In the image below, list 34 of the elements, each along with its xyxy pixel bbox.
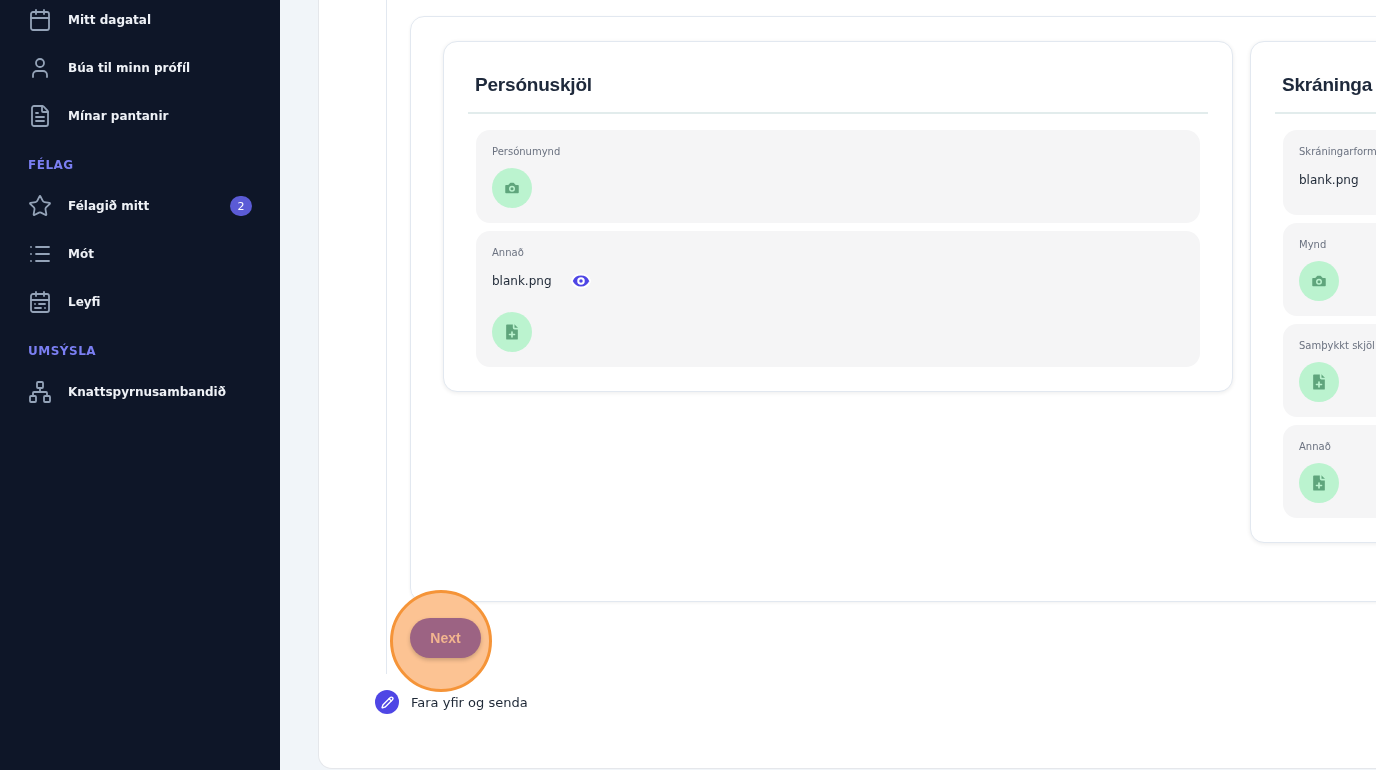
field-label: Skráningarform [1299, 146, 1376, 157]
file-name: blank.png [492, 274, 552, 288]
calendar-icon [28, 8, 52, 32]
camera-upload-button[interactable] [492, 168, 532, 208]
sidebar-heading: UMSÝSLA [27, 342, 98, 360]
calendar-icon [28, 290, 52, 314]
file-name: blank.png [1299, 173, 1359, 187]
field-label: Samþykkt skjöl [1299, 340, 1376, 351]
sidebar-item[interactable]: Mót [0, 230, 280, 278]
field-label: Annað [492, 247, 525, 258]
step-label[interactable]: Fara yfir og senda [411, 694, 528, 710]
sidebar-item[interactable]: Mitt dagatal [0, 0, 280, 44]
file-add-button[interactable] [1299, 463, 1339, 503]
camera-upload-button[interactable] [1299, 261, 1339, 301]
network-icon [28, 380, 52, 404]
pencil-icon [380, 695, 394, 709]
file-add-button[interactable] [1299, 362, 1339, 402]
field-label: Mynd [1299, 239, 1328, 250]
count-badge: 2 [230, 196, 252, 216]
section-title: Persónuskjöl [468, 66, 1208, 114]
camera-icon [503, 179, 521, 197]
sidebar-item[interactable]: Búa til minn prófíl [0, 44, 280, 92]
file-add-button[interactable] [492, 312, 532, 352]
field-label: Persónumynd [492, 146, 562, 157]
sidebar-item[interactable]: Félagið mitt 2 [0, 182, 280, 230]
sidebar-heading: FÉLAG [27, 156, 75, 174]
sidebar-item[interactable]: Leyfi [0, 278, 280, 326]
camera-icon [1310, 272, 1328, 290]
sidebar-item[interactable]: Mínar pantanir [0, 92, 280, 140]
section-title: Skráninga [1275, 66, 1376, 114]
star-icon [28, 194, 52, 218]
field-label: Annað [1299, 441, 1332, 452]
document-icon [28, 104, 52, 128]
sidebar-item[interactable]: Knattspyrnusambandið [0, 368, 280, 416]
